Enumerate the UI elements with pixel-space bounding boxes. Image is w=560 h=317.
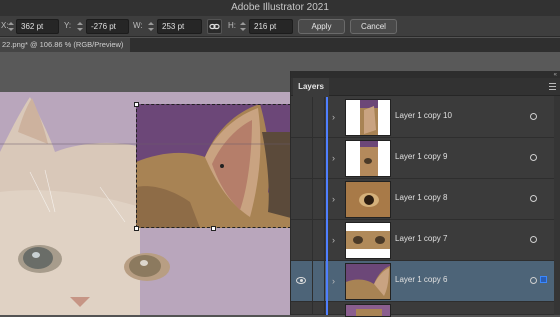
target-icon[interactable] bbox=[530, 154, 537, 161]
layers-panel: « Layers › Layer 1 copy 10 › Layer 1 cop… bbox=[290, 71, 560, 317]
y-stepper-icon[interactable] bbox=[75, 19, 85, 34]
layer-name[interactable]: Layer 1 copy 9 bbox=[395, 152, 447, 161]
layer-color-bar bbox=[326, 97, 328, 138]
panel-drag-strip[interactable]: « bbox=[291, 71, 560, 78]
resize-handle-bottom-center[interactable] bbox=[211, 226, 216, 231]
app-title: Adobe Illustrator 2021 bbox=[231, 2, 329, 13]
resize-handle-bottom-left[interactable] bbox=[134, 226, 139, 231]
apply-button[interactable]: Apply bbox=[298, 19, 345, 34]
layer-thumbnail bbox=[345, 181, 391, 218]
panel-menu-icon[interactable] bbox=[549, 83, 557, 91]
center-point-handle[interactable] bbox=[220, 164, 224, 168]
visibility-toggle[interactable] bbox=[291, 179, 313, 220]
w-stepper-icon[interactable] bbox=[146, 19, 156, 34]
layer-thumbnail bbox=[345, 263, 391, 300]
layer-color-bar bbox=[326, 179, 328, 220]
eye-icon[interactable] bbox=[296, 277, 306, 284]
lock-toggle[interactable] bbox=[313, 220, 325, 261]
layer-row[interactable] bbox=[291, 302, 560, 317]
selected-art-indicator[interactable] bbox=[540, 276, 547, 283]
cancel-button[interactable]: Cancel bbox=[350, 19, 397, 34]
layer-color-bar bbox=[326, 302, 328, 315]
selection-bounding-box[interactable] bbox=[136, 104, 291, 228]
layer-name[interactable]: Layer 1 copy 7 bbox=[395, 234, 447, 243]
visibility-toggle[interactable] bbox=[291, 302, 313, 315]
w-label: W: bbox=[133, 21, 143, 30]
h-field[interactable]: 216 pt bbox=[249, 19, 293, 34]
layer-color-bar bbox=[326, 138, 328, 179]
chevron-right-icon[interactable]: › bbox=[332, 276, 335, 286]
target-icon[interactable] bbox=[530, 277, 537, 284]
visibility-toggle[interactable] bbox=[291, 261, 313, 302]
chevron-right-icon[interactable]: › bbox=[332, 112, 335, 122]
layer-row[interactable]: › Layer 1 copy 10 bbox=[291, 97, 560, 138]
target-icon[interactable] bbox=[530, 236, 537, 243]
resize-handle-top-left[interactable] bbox=[134, 102, 139, 107]
transform-control-bar: X: 362 pt Y: -276 pt W: 253 pt H: 216 pt… bbox=[0, 16, 560, 37]
w-field[interactable]: 253 pt bbox=[157, 19, 202, 34]
y-label: Y: bbox=[64, 21, 72, 30]
x-stepper-icon[interactable] bbox=[6, 19, 16, 34]
link-icon bbox=[209, 23, 220, 30]
panel-scrollbar[interactable] bbox=[554, 96, 560, 315]
y-field[interactable]: -276 pt bbox=[86, 19, 129, 34]
layer-color-bar bbox=[326, 220, 328, 261]
layer-row[interactable]: › Layer 1 copy 8 bbox=[291, 179, 560, 220]
chevron-right-icon[interactable]: › bbox=[332, 194, 335, 204]
chevron-right-icon[interactable]: › bbox=[332, 153, 335, 163]
layer-color-bar bbox=[326, 261, 328, 302]
lock-toggle[interactable] bbox=[313, 179, 325, 220]
layer-name[interactable]: Layer 1 copy 6 bbox=[395, 275, 447, 284]
h-label: H: bbox=[228, 21, 236, 30]
lock-toggle[interactable] bbox=[313, 138, 325, 179]
layer-row-selected[interactable]: › Layer 1 copy 6 bbox=[291, 261, 560, 302]
x-field[interactable]: 362 pt bbox=[16, 19, 59, 34]
visibility-toggle[interactable] bbox=[291, 220, 313, 261]
layer-row[interactable]: › Layer 1 copy 9 bbox=[291, 138, 560, 179]
artboard-cat-image[interactable] bbox=[0, 92, 300, 315]
layer-name[interactable]: Layer 1 copy 8 bbox=[395, 193, 447, 202]
lock-toggle[interactable] bbox=[313, 97, 325, 138]
chevron-right-icon[interactable]: › bbox=[332, 235, 335, 245]
constrain-proportions-link-icon[interactable] bbox=[207, 19, 222, 34]
layer-thumbnail bbox=[345, 222, 391, 259]
visibility-toggle[interactable] bbox=[291, 97, 313, 138]
window-title-bar: Adobe Illustrator 2021 bbox=[0, 0, 560, 16]
target-icon[interactable] bbox=[530, 113, 537, 120]
target-icon[interactable] bbox=[530, 195, 537, 202]
layer-thumbnail bbox=[345, 140, 391, 177]
panel-tab-bar: Layers bbox=[291, 78, 560, 96]
tab-layers[interactable]: Layers bbox=[293, 78, 329, 96]
h-stepper-icon[interactable] bbox=[238, 19, 248, 34]
layer-thumbnail bbox=[345, 304, 391, 317]
document-tab[interactable]: 22.png* @ 106.86 % (RGB/Preview) bbox=[0, 38, 130, 52]
layer-row[interactable]: › Layer 1 copy 7 bbox=[291, 220, 560, 261]
layer-name[interactable]: Layer 1 copy 10 bbox=[395, 111, 452, 120]
document-tab-bar: 22.png* @ 106.86 % (RGB/Preview) bbox=[0, 38, 560, 52]
layer-thumbnail bbox=[345, 99, 391, 136]
lock-toggle[interactable] bbox=[313, 302, 325, 315]
visibility-toggle[interactable] bbox=[291, 138, 313, 179]
lock-toggle[interactable] bbox=[313, 261, 325, 302]
